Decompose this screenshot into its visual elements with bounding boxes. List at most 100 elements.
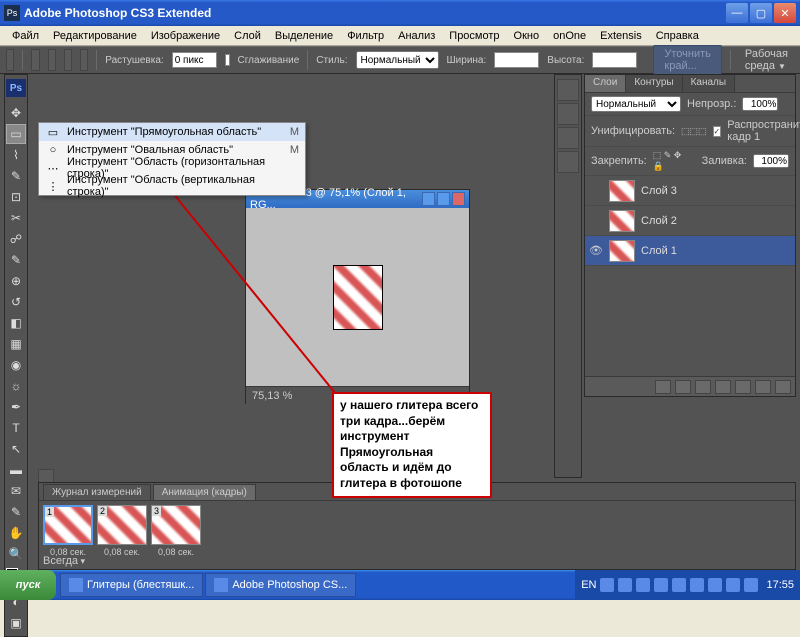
dock-icon-styles[interactable] (557, 151, 579, 173)
slice-tool[interactable]: ✂ (6, 208, 26, 228)
menu-window[interactable]: Окно (508, 28, 546, 44)
move-tool[interactable]: ✥ (6, 103, 26, 123)
dock-icon-nav[interactable] (557, 79, 579, 101)
link-layers-button[interactable] (655, 380, 671, 394)
new-layer-button[interactable] (755, 380, 771, 394)
loop-option[interactable]: Всегда (43, 555, 78, 567)
task-button-2[interactable]: Adobe Photoshop CS... (205, 573, 356, 597)
menu-select[interactable]: Выделение (269, 28, 339, 44)
tray-icon[interactable] (744, 578, 758, 592)
start-button[interactable]: пуск (0, 570, 56, 600)
zoom-level[interactable]: 75,13 % (252, 390, 292, 402)
feather-input[interactable] (172, 52, 217, 68)
channels-tab[interactable]: Каналы (683, 75, 736, 92)
animation-frame-2[interactable]: 2 0,08 сек. (97, 505, 147, 557)
brush-tool[interactable]: ✎ (6, 250, 26, 270)
layer-style-button[interactable] (675, 380, 691, 394)
selection-mode-subtract[interactable] (64, 49, 72, 71)
language-indicator[interactable]: EN (581, 579, 596, 591)
propagate-checkbox[interactable]: ✓ (713, 126, 722, 137)
single-column-marquee-item[interactable]: ⋮ Инструмент "Область (вертикальная стро… (39, 177, 305, 195)
task-button-1[interactable]: Глитеры (блестяшк... (60, 573, 203, 597)
selection-mode-intersect[interactable] (80, 49, 88, 71)
canvas-area[interactable] (246, 208, 469, 386)
selection-mode-new[interactable] (31, 49, 39, 71)
visibility-toggle[interactable] (589, 184, 603, 198)
tray-icon[interactable] (654, 578, 668, 592)
layer-name[interactable]: Слой 2 (641, 215, 677, 227)
dodge-tool[interactable]: ☼ (6, 376, 26, 396)
marquee-tool[interactable]: ▭ (6, 124, 26, 144)
doc-minimize-button[interactable] (422, 192, 435, 206)
minimize-button[interactable]: — (726, 3, 748, 23)
animation-frames-tab[interactable]: Анимация (кадры) (153, 484, 256, 500)
selection-mode-add[interactable] (48, 49, 56, 71)
layers-tab[interactable]: Слои (585, 75, 626, 92)
menu-image[interactable]: Изображение (145, 28, 226, 44)
tray-icon[interactable] (600, 578, 614, 592)
layer-name[interactable]: Слой 1 (641, 245, 677, 257)
eraser-tool[interactable]: ◧ (6, 313, 26, 333)
tray-icon[interactable] (618, 578, 632, 592)
paths-tab[interactable]: Контуры (626, 75, 682, 92)
blur-tool[interactable]: ◉ (6, 355, 26, 375)
menu-analysis[interactable]: Анализ (392, 28, 441, 44)
pen-tool[interactable]: ✒ (6, 397, 26, 417)
stamp-tool[interactable]: ⊕ (6, 271, 26, 291)
fill-input[interactable] (753, 154, 789, 168)
menu-extensis[interactable]: Extensis (594, 28, 648, 44)
menu-file[interactable]: Файл (6, 28, 45, 44)
animation-frame-3[interactable]: 3 0,08 сек. (151, 505, 201, 557)
ps-logo-icon[interactable]: Ps (6, 79, 26, 97)
notes-tool[interactable]: ✉ (6, 481, 26, 501)
visibility-toggle[interactable]: 👁 (589, 244, 603, 258)
delete-layer-button[interactable] (775, 380, 791, 394)
menu-filter[interactable]: Фильтр (341, 28, 390, 44)
menu-edit[interactable]: Редактирование (47, 28, 143, 44)
tray-icon[interactable] (708, 578, 722, 592)
dock-icon-color[interactable] (557, 103, 579, 125)
quick-select-tool[interactable]: ✎ (6, 166, 26, 186)
animation-frame-1[interactable]: 1 0,08 сек. (43, 505, 93, 557)
opacity-input[interactable] (742, 97, 778, 111)
menu-help[interactable]: Справка (650, 28, 705, 44)
measurement-log-tab[interactable]: Журнал измерений (43, 484, 151, 500)
shape-tool[interactable]: ▬ (6, 460, 26, 480)
blend-mode-select[interactable]: Нормальный (591, 96, 681, 112)
menu-layer[interactable]: Слой (228, 28, 267, 44)
clock[interactable]: 17:55 (766, 579, 794, 591)
eyedropper-tool[interactable]: ✎ (6, 502, 26, 522)
current-tool-icon[interactable] (6, 49, 14, 71)
layer-mask-button[interactable] (695, 380, 711, 394)
screenmode-tool[interactable]: ▣ (6, 613, 26, 633)
tray-icon[interactable] (726, 578, 740, 592)
menu-view[interactable]: Просмотр (443, 28, 505, 44)
zoom-tool[interactable]: 🔍 (6, 544, 26, 564)
workspace-menu[interactable]: Рабочая среда ▼ (739, 46, 794, 74)
style-select[interactable]: Нормальный (356, 51, 439, 69)
layer-group-button[interactable] (735, 380, 751, 394)
adjustment-layer-button[interactable] (715, 380, 731, 394)
lasso-tool[interactable]: ⌇ (6, 145, 26, 165)
type-tool[interactable]: T (6, 418, 26, 438)
layer-row-3[interactable]: Слой 3 (585, 176, 795, 206)
path-select-tool[interactable]: ↖ (6, 439, 26, 459)
history-brush-tool[interactable]: ↺ (6, 292, 26, 312)
tray-icon[interactable] (636, 578, 650, 592)
rectangular-marquee-item[interactable]: ▭ Инструмент "Прямоугольная область" M (39, 123, 305, 141)
doc-maximize-button[interactable] (437, 192, 450, 206)
crop-tool[interactable]: ⊡ (6, 187, 26, 207)
close-button[interactable]: ✕ (774, 3, 796, 23)
tray-icon[interactable] (672, 578, 686, 592)
menu-onone[interactable]: onOne (547, 28, 592, 44)
maximize-button[interactable]: ▢ (750, 3, 772, 23)
layer-row-2[interactable]: Слой 2 (585, 206, 795, 236)
hand-tool[interactable]: ✋ (6, 523, 26, 543)
tray-icon[interactable] (690, 578, 704, 592)
layer-name[interactable]: Слой 3 (641, 185, 677, 197)
visibility-toggle[interactable] (589, 214, 603, 228)
doc-close-button[interactable] (452, 192, 465, 206)
healing-tool[interactable]: ☍ (6, 229, 26, 249)
layer-row-1[interactable]: 👁 Слой 1 (585, 236, 795, 266)
gradient-tool[interactable]: ▦ (6, 334, 26, 354)
